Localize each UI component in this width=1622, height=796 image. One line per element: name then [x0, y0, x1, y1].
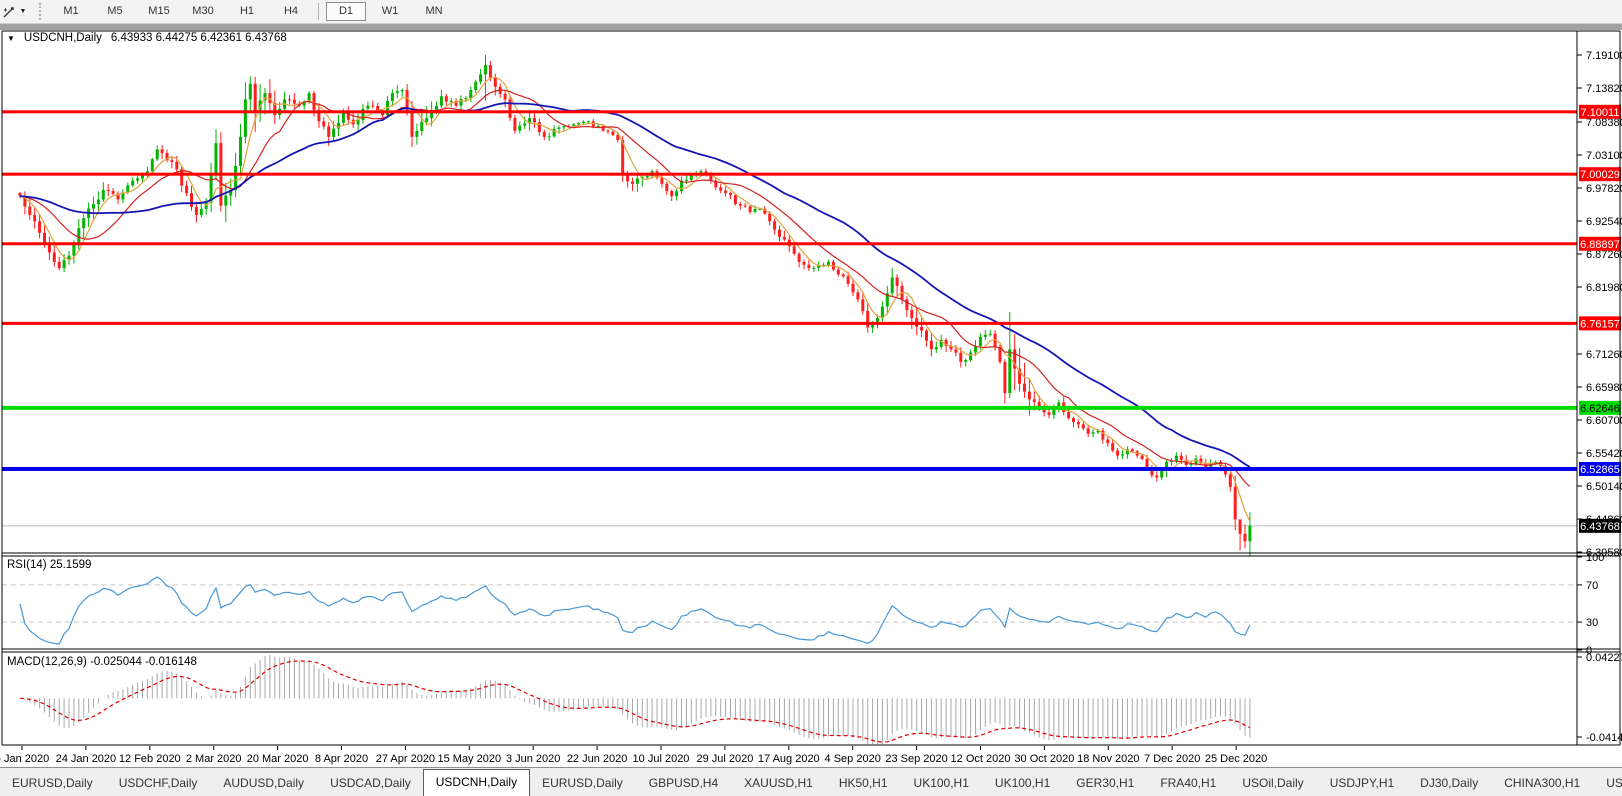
tab-usoil-daily[interactable]: USOil,Daily: [1230, 771, 1315, 796]
svg-text:7.19100: 7.19100: [1586, 50, 1622, 62]
ma-fast-line: [19, 76, 1251, 522]
svg-text:8 Apr 2020: 8 Apr 2020: [315, 753, 368, 765]
price-axis: 7.191007.138207.083807.031006.978206.925…: [1577, 50, 1622, 559]
ma-medium-line: [19, 89, 1251, 488]
chart-ohlc-values: 6.43933 6.44275 6.42361 6.43768: [110, 32, 287, 44]
svg-text:7.13820: 7.13820: [1586, 83, 1622, 95]
macd-indicator-label: MACD(12,26,9) -0.025044 -0.016148: [7, 656, 197, 668]
svg-text:12 Oct 2020: 12 Oct 2020: [951, 753, 1011, 765]
chart-canvas[interactable]: 7.191007.138207.083807.031006.978206.925…: [0, 0, 1622, 768]
svg-text:29 Jul 2020: 29 Jul 2020: [696, 753, 753, 765]
svg-text:6.87260: 6.87260: [1586, 249, 1622, 261]
tab-gbpusd-h4[interactable]: GBPUSD,H4: [637, 771, 730, 796]
date-axis: 6 Jan 2020 24 Jan 2020 12 Feb 2020 2 Mar 20…: [0, 746, 1267, 765]
level-line-6.62646[interactable]: [2, 405, 1577, 410]
tab-fra40-h1[interactable]: FRA40,H1: [1148, 771, 1228, 796]
tab-dj30-daily[interactable]: DJ30,Daily: [1408, 771, 1490, 796]
chart-header: ▼ USDCNH,Daily 6.43933 6.44275 6.42361 6…: [7, 32, 287, 44]
level-line-6.76157[interactable]: [2, 321, 1577, 325]
macd-panel[interactable]: 0.042275 -0.04148: [19, 652, 1622, 744]
ma-slow-line: [19, 102, 1251, 468]
svg-text:7.03100: 7.03100: [1586, 150, 1622, 162]
svg-text:6.81980: 6.81980: [1586, 282, 1622, 294]
rsi-line: [19, 576, 1251, 645]
main-chart-panel[interactable]: [2, 55, 1577, 556]
level-line-7.00029[interactable]: [2, 172, 1577, 176]
chart-tab-bar: EURUSD,Daily USDCHF,Daily AUDUSD,Daily USDC…: [0, 767, 1622, 796]
svg-text:100: 100: [1586, 552, 1604, 564]
svg-text:15 May 2020: 15 May 2020: [437, 753, 501, 765]
svg-text:18 Nov 2020: 18 Nov 2020: [1077, 753, 1139, 765]
tab-usoil[interactable]: USOil,: [1594, 771, 1622, 796]
svg-text:7.00029: 7.00029: [1580, 169, 1620, 181]
svg-text:7.10011: 7.10011: [1581, 107, 1620, 119]
tab-usdchf-daily[interactable]: USDCHF,Daily: [107, 771, 210, 796]
svg-text:25 Dec 2020: 25 Dec 2020: [1205, 753, 1267, 765]
tab-audusd-daily[interactable]: AUDUSD,Daily: [211, 771, 316, 796]
tab-uk100-h1[interactable]: UK100,H1: [983, 771, 1062, 796]
svg-text:10 Jul 2020: 10 Jul 2020: [633, 753, 690, 765]
svg-text:30 Oct 2020: 30 Oct 2020: [1014, 753, 1074, 765]
svg-text:6.55420: 6.55420: [1586, 448, 1622, 460]
svg-text:6.76157: 6.76157: [1580, 318, 1620, 330]
svg-text:-0.04148: -0.04148: [1586, 732, 1622, 744]
svg-text:23 Sep 2020: 23 Sep 2020: [885, 753, 947, 765]
tab-usdcnh-daily[interactable]: USDCNH,Daily: [422, 769, 531, 796]
svg-text:7 Dec 2020: 7 Dec 2020: [1144, 753, 1200, 765]
collapse-ohlc-icon[interactable]: ▼: [7, 34, 15, 43]
tab-uk100-h1[interactable]: UK100,H1: [902, 771, 981, 796]
svg-text:17 Aug 2020: 17 Aug 2020: [758, 753, 820, 765]
level-line-6.88897[interactable]: [2, 242, 1577, 246]
tab-xauusd-h1[interactable]: XAUUSD,H1: [732, 771, 825, 796]
svg-text:12 Feb 2020: 12 Feb 2020: [119, 753, 181, 765]
tab-eurusd-daily[interactable]: EURUSD,Daily: [530, 771, 635, 796]
svg-text:6.60700: 6.60700: [1586, 415, 1622, 427]
svg-text:2 Mar 2020: 2 Mar 2020: [186, 753, 242, 765]
macd-signal-line: [19, 660, 1251, 743]
svg-text:4 Sep 2020: 4 Sep 2020: [825, 753, 881, 765]
tab-usdjpy-h1[interactable]: USDJPY,H1: [1318, 771, 1406, 796]
tab-ger30-h1[interactable]: GER30,H1: [1064, 771, 1146, 796]
tab-eurusd-daily[interactable]: EURUSD,Daily: [0, 771, 105, 796]
svg-text:6.92540: 6.92540: [1586, 216, 1622, 228]
svg-text:20 Mar 2020: 20 Mar 2020: [247, 753, 309, 765]
horizontal-level-lines[interactable]: [2, 110, 1577, 471]
svg-text:6.97820: 6.97820: [1586, 183, 1622, 195]
tab-hk50-h1[interactable]: HK50,H1: [827, 771, 900, 796]
svg-text:27 Apr 2020: 27 Apr 2020: [376, 753, 435, 765]
rsi-panel[interactable]: 10070300: [2, 552, 1604, 657]
svg-text:6.43768: 6.43768: [1580, 521, 1620, 533]
level-line-7.10011[interactable]: [2, 110, 1577, 114]
svg-text:3 Jun 2020: 3 Jun 2020: [506, 753, 560, 765]
svg-text:6.50140: 6.50140: [1586, 481, 1622, 493]
rsi-indicator-label: RSI(14) 25.1599: [7, 559, 92, 571]
candles: [18, 55, 1252, 556]
svg-text:6.62646: 6.62646: [1580, 403, 1620, 415]
svg-text:0.042275: 0.042275: [1586, 652, 1622, 664]
tab-usdcad-daily[interactable]: USDCAD,Daily: [318, 771, 423, 796]
svg-text:6.71260: 6.71260: [1586, 349, 1622, 361]
svg-text:24 Jan 2020: 24 Jan 2020: [56, 753, 117, 765]
chart-symbol-title: USDCNH,Daily: [23, 32, 102, 44]
svg-text:6.52865: 6.52865: [1580, 464, 1620, 476]
tab-china300-h1[interactable]: CHINA300,H1: [1492, 771, 1592, 796]
svg-text:22 Jun 2020: 22 Jun 2020: [567, 753, 628, 765]
svg-text:70: 70: [1586, 580, 1598, 592]
panel-borders: [1, 30, 1621, 746]
svg-text:6.88897: 6.88897: [1580, 239, 1620, 251]
level-line-6.52865[interactable]: [2, 466, 1577, 471]
svg-text:6.65980: 6.65980: [1586, 382, 1622, 394]
svg-text:6 Jan 2020: 6 Jan 2020: [0, 753, 49, 765]
svg-text:30: 30: [1586, 617, 1598, 629]
